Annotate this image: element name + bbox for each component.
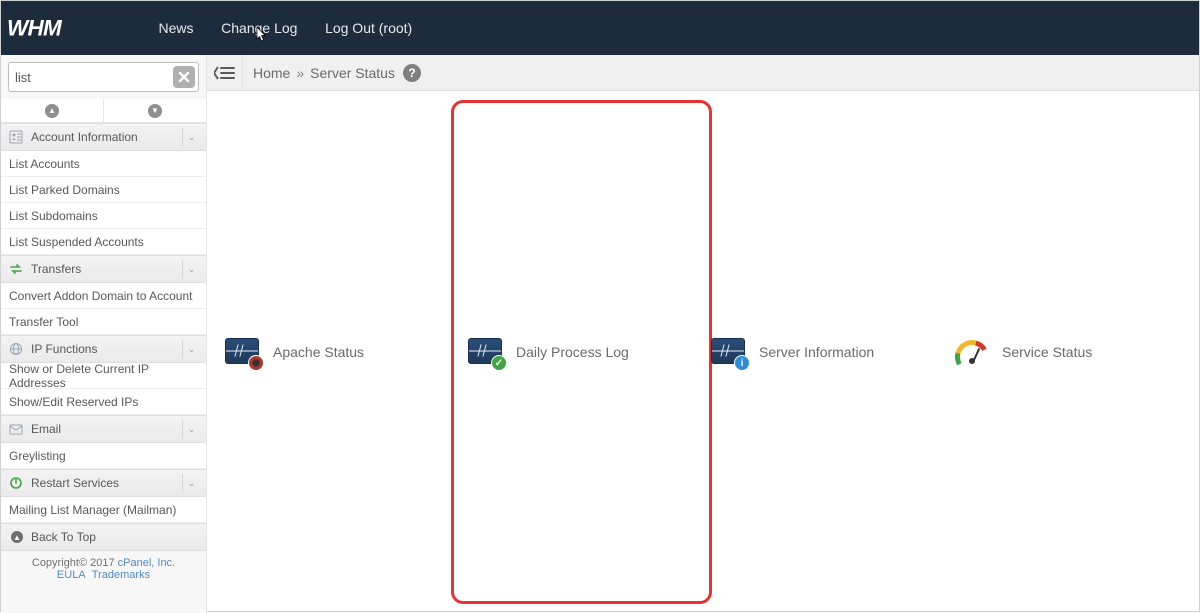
- close-icon: [178, 71, 190, 83]
- back-to-top[interactable]: ▲ Back To Top: [1, 523, 206, 551]
- server-information-icon: i: [711, 338, 745, 366]
- sidebar-item-label: List Parked Domains: [9, 183, 120, 197]
- nav-news[interactable]: News: [159, 1, 194, 55]
- search-wrapper: [8, 62, 199, 92]
- sidebar-item[interactable]: List Accounts: [1, 151, 206, 177]
- copyright-text: Copyright© 2017: [32, 557, 118, 569]
- compass-badge-icon: [248, 355, 264, 371]
- sidebar-item-label: Transfer Tool: [9, 315, 78, 329]
- ip-icon: [7, 342, 25, 356]
- back-to-top-label: Back To Top: [31, 530, 96, 544]
- sidebar-footer: Copyright© 2017 cPanel, Inc. EULA Tradem…: [1, 551, 206, 587]
- trademarks-link[interactable]: Trademarks: [92, 569, 150, 581]
- tile-label: Server Information: [759, 344, 874, 360]
- toggle-sidebar-button[interactable]: [207, 55, 243, 91]
- collapse-expand-row: ▲ ▼: [1, 99, 206, 123]
- daily-process-log-icon: ✓: [468, 338, 502, 366]
- sidebar-category-label: Transfers: [31, 262, 81, 276]
- apache-status-icon: [225, 338, 259, 366]
- transfers-icon: [7, 262, 25, 276]
- sidebar-category[interactable]: Transfers ⌄: [1, 255, 206, 283]
- cpanel-link[interactable]: cPanel, Inc.: [118, 557, 175, 569]
- breadcrumb-separator: »: [296, 65, 304, 81]
- eula-link[interactable]: EULA: [57, 569, 86, 581]
- tile-label: Apache Status: [273, 344, 364, 360]
- tile-label: Service Status: [1002, 344, 1092, 360]
- breadcrumb-home[interactable]: Home: [253, 65, 290, 81]
- collapse-all-button[interactable]: ▲: [1, 99, 104, 122]
- arrow-up-icon: ▲: [9, 530, 25, 544]
- sidebar-item[interactable]: Transfer Tool: [1, 309, 206, 335]
- logo[interactable]: WHM: [7, 1, 135, 55]
- nav-logout[interactable]: Log Out (root): [325, 1, 412, 55]
- chevron-down-icon: ⌄: [182, 420, 200, 438]
- main-area: Home » Server Status ? Apache Status ✓ D…: [207, 55, 1199, 613]
- sidebar-item-label: Mailing List Manager (Mailman): [9, 503, 176, 517]
- sidebar-item[interactable]: List Parked Domains: [1, 177, 206, 203]
- sidebar-item-label: List Accounts: [9, 157, 80, 171]
- svg-text:WHM: WHM: [7, 16, 63, 41]
- sidebar-category[interactable]: IP Functions ⌄: [1, 335, 206, 363]
- check-badge-icon: ✓: [491, 355, 507, 371]
- sidebar-item[interactable]: Show or Delete Current IP Addresses: [1, 363, 206, 389]
- service-status-icon: [954, 338, 988, 366]
- chevron-down-icon: ⌄: [182, 128, 200, 146]
- caret-down-icon: ▼: [148, 104, 162, 118]
- sidebar-item-label: Show or Delete Current IP Addresses: [9, 362, 198, 390]
- search-clear-button[interactable]: [173, 66, 195, 88]
- sidebar-item[interactable]: Mailing List Manager (Mailman): [1, 497, 206, 523]
- tile-service-status[interactable]: Service Status: [946, 109, 1189, 595]
- sidebar-item[interactable]: Greylisting: [1, 443, 206, 469]
- search-input[interactable]: [8, 62, 199, 92]
- sidebar-category[interactable]: Account Information ⌄: [1, 123, 206, 151]
- sidebar-item-label: Greylisting: [9, 449, 66, 463]
- sidebar-item[interactable]: Convert Addon Domain to Account: [1, 283, 206, 309]
- content-tiles: Apache Status ✓ Daily Process Log i Serv…: [207, 91, 1199, 613]
- expand-all-button[interactable]: ▼: [104, 99, 206, 122]
- info-badge-icon: i: [734, 355, 750, 371]
- sidebar-item[interactable]: List Suspended Accounts: [1, 229, 206, 255]
- caret-up-icon: ▲: [45, 104, 59, 118]
- sidebar-item-label: List Subdomains: [9, 209, 98, 223]
- tile-daily-process-log[interactable]: ✓ Daily Process Log: [460, 109, 703, 595]
- chevron-down-icon: ⌄: [182, 340, 200, 358]
- sidebar-category-label: Restart Services: [31, 476, 119, 490]
- help-button[interactable]: ?: [403, 64, 421, 82]
- tile-server-information[interactable]: i Server Information: [703, 109, 946, 595]
- sidebar-category-label: Email: [31, 422, 61, 436]
- sidebar-category[interactable]: Email ⌄: [1, 415, 206, 443]
- sidebar-category-label: Account Information: [31, 130, 138, 144]
- whm-logo-icon: WHM: [7, 10, 135, 46]
- breadcrumb: Home » Server Status ?: [207, 55, 1199, 91]
- sidebar-item-label: Convert Addon Domain to Account: [9, 289, 192, 303]
- sidebar-item[interactable]: Show/Edit Reserved IPs: [1, 389, 206, 415]
- account-icon: [7, 130, 25, 144]
- sidebar: ▲ ▼ Account Information ⌄ List Accounts Lis…: [1, 55, 207, 613]
- breadcrumb-page: Server Status: [310, 65, 395, 81]
- sidebar-item-label: List Suspended Accounts: [9, 235, 144, 249]
- tile-apache-status[interactable]: Apache Status: [217, 109, 460, 595]
- nav-changelog[interactable]: Change Log: [221, 1, 297, 55]
- sidebar-item[interactable]: List Subdomains: [1, 203, 206, 229]
- sidebar-category-label: IP Functions: [31, 342, 97, 356]
- restart-icon: [7, 476, 25, 490]
- tile-label: Daily Process Log: [516, 344, 629, 360]
- topbar: WHM News Change Log Log Out (root): [1, 1, 1199, 55]
- topbar-nav: News Change Log Log Out (root): [147, 1, 425, 55]
- chevron-down-icon: ⌄: [182, 260, 200, 278]
- email-icon: [7, 422, 25, 436]
- sidebar-category[interactable]: Restart Services ⌄: [1, 469, 206, 497]
- chevron-down-icon: ⌄: [182, 474, 200, 492]
- sidebar-item-label: Show/Edit Reserved IPs: [9, 395, 138, 409]
- menu-collapse-icon: [214, 65, 236, 81]
